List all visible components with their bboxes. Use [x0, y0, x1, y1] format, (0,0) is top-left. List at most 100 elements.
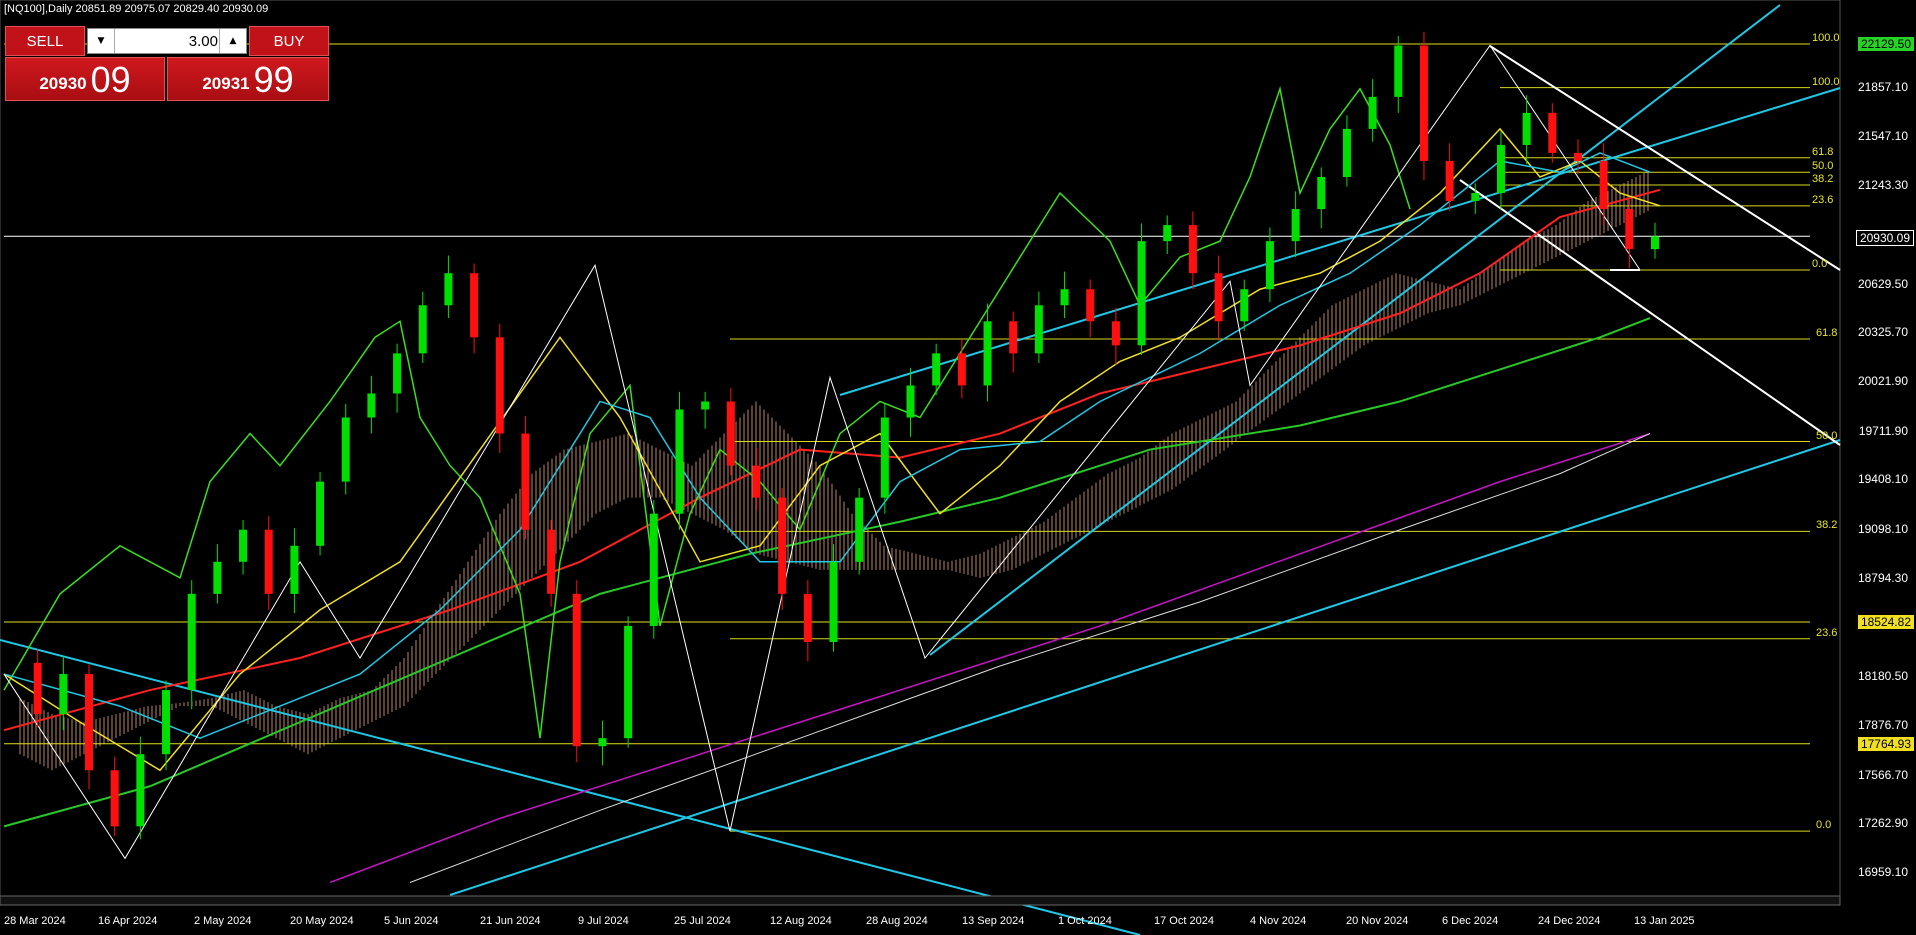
time-axis-label: 25 Jul 2024	[674, 915, 731, 927]
fib-upper-label: 0.0	[1812, 257, 1828, 270]
bull-candle	[136, 754, 145, 827]
bear-candle	[1599, 160, 1608, 210]
time-axis-label: 28 Aug 2024	[866, 915, 928, 927]
level-tag-18524: 18524.82	[1857, 615, 1914, 629]
bear-candle	[752, 465, 761, 498]
bear-candle	[495, 337, 504, 434]
time-axis-label: 20 Nov 2024	[1346, 915, 1409, 927]
current-price-tag: 20930.09	[1855, 230, 1914, 246]
bull-candle	[162, 690, 171, 755]
fib-upper-label: 100.0	[1812, 75, 1840, 88]
bull-candle	[1265, 241, 1274, 290]
bull-candle	[393, 353, 402, 394]
time-axis-label: 12 Aug 2024	[770, 915, 832, 927]
bear-candle	[778, 497, 787, 594]
bull-candle	[1522, 112, 1531, 145]
bull-candle	[983, 321, 992, 386]
time-axis-label: 2 May 2024	[194, 915, 252, 927]
fib-upper-label: 61.8	[1812, 145, 1834, 158]
time-axis-label: 20 May 2024	[290, 915, 354, 927]
bull-candle	[1240, 289, 1249, 322]
bull-candle	[932, 353, 941, 386]
bear-candle	[110, 770, 119, 827]
bear-candle	[547, 529, 556, 594]
bull-candle	[598, 738, 607, 747]
bull-candle	[444, 273, 453, 306]
bull-candle	[701, 401, 710, 410]
lot-size-control: ▼ ▲	[87, 28, 247, 54]
bull-candle	[1137, 241, 1146, 346]
price-axis-label: 21857.10	[1857, 79, 1908, 94]
bull-candle	[1394, 45, 1403, 97]
bull-candle	[213, 561, 222, 594]
level-tag-17764: 17764.93	[1857, 737, 1914, 751]
bear-candle	[470, 273, 479, 338]
bear-candle	[1548, 112, 1557, 153]
bull-candle	[906, 385, 915, 418]
time-axis-label: 16 Apr 2024	[98, 915, 158, 927]
bull-candle	[1291, 209, 1300, 242]
lot-decrease-button[interactable]: ▼	[88, 29, 115, 53]
bear-candle	[572, 593, 581, 747]
bull-candle	[418, 305, 427, 354]
bear-candle	[85, 674, 94, 771]
buy-price-button[interactable]: 20931 99	[167, 57, 329, 101]
bull-candle	[1496, 144, 1505, 194]
fib-lower-label: 23.6	[1816, 626, 1838, 639]
time-axis-label: 4 Nov 2024	[1250, 915, 1307, 927]
fib-lower-label: 38.2	[1816, 519, 1838, 532]
bear-candle	[803, 593, 812, 642]
fib-lower-label: 61.8	[1816, 326, 1838, 339]
high-price-tag: 22129.50	[1857, 37, 1914, 51]
bull-candle	[855, 497, 864, 562]
time-axis-label: 28 Mar 2024	[4, 915, 66, 927]
buy-button[interactable]: BUY	[249, 26, 329, 56]
time-axis-label: 1 Oct 2024	[1058, 915, 1112, 927]
bear-candle	[1188, 225, 1197, 274]
time-axis-label: 21 Jun 2024	[480, 915, 541, 927]
bear-candle	[957, 353, 966, 386]
price-axis-label: 17876.70	[1857, 717, 1908, 732]
bull-candle	[1342, 128, 1351, 177]
price-axis-label: 20021.90	[1857, 373, 1908, 388]
chart-title: [NQ100],Daily 20851.89 20975.07 20829.40…	[4, 3, 269, 15]
price-axis-label: 18794.30	[1857, 570, 1908, 585]
price-axis-label: 18180.50	[1857, 669, 1908, 684]
bull-candle	[316, 481, 325, 546]
bear-candle	[1445, 160, 1454, 202]
bear-candle	[1419, 45, 1428, 161]
buy-price-prefix: 20931	[202, 74, 250, 93]
price-axis-label: 21243.30	[1857, 178, 1908, 193]
time-axis-label: 13 Sep 2024	[962, 915, 1025, 927]
bull-candle	[1471, 193, 1480, 202]
fib-lower-label: 50.0	[1816, 429, 1838, 442]
price-axis-label: 19098.10	[1857, 522, 1908, 537]
fib-upper-label: 50.0	[1812, 160, 1834, 173]
time-axis-label: 13 Jan 2025	[1634, 915, 1695, 927]
price-axis-label: 17566.70	[1857, 767, 1908, 782]
fib-upper-label: 23.6	[1812, 193, 1834, 206]
sell-price-button[interactable]: 20930 09	[5, 57, 165, 101]
price-chart[interactable]	[0, 0, 1916, 935]
bear-candle	[1009, 321, 1018, 354]
bull-candle	[1163, 225, 1172, 242]
bear-candle	[726, 401, 735, 466]
bull-candle	[1060, 289, 1069, 306]
lot-increase-button[interactable]: ▲	[219, 29, 246, 53]
price-axis-label: 19711.90	[1858, 423, 1908, 438]
price-axis-label: 20325.70	[1857, 325, 1908, 340]
time-axis-label: 17 Oct 2024	[1154, 915, 1214, 927]
bull-candle	[1317, 176, 1326, 210]
bull-candle	[649, 513, 658, 626]
price-axis-label: 20629.50	[1857, 276, 1908, 291]
time-axis-label: 6 Dec 2024	[1442, 915, 1499, 927]
price-axis-label: 16959.10	[1857, 865, 1908, 879]
time-axis-label: 24 Dec 2024	[1538, 915, 1601, 927]
lot-size-input[interactable]	[116, 30, 220, 52]
bull-candle	[290, 545, 299, 594]
bear-candle	[1111, 321, 1120, 346]
price-axis-label: 21547.10	[1857, 129, 1908, 144]
bear-candle	[1625, 209, 1634, 250]
bull-candle	[239, 529, 248, 562]
sell-button[interactable]: SELL	[5, 26, 85, 56]
